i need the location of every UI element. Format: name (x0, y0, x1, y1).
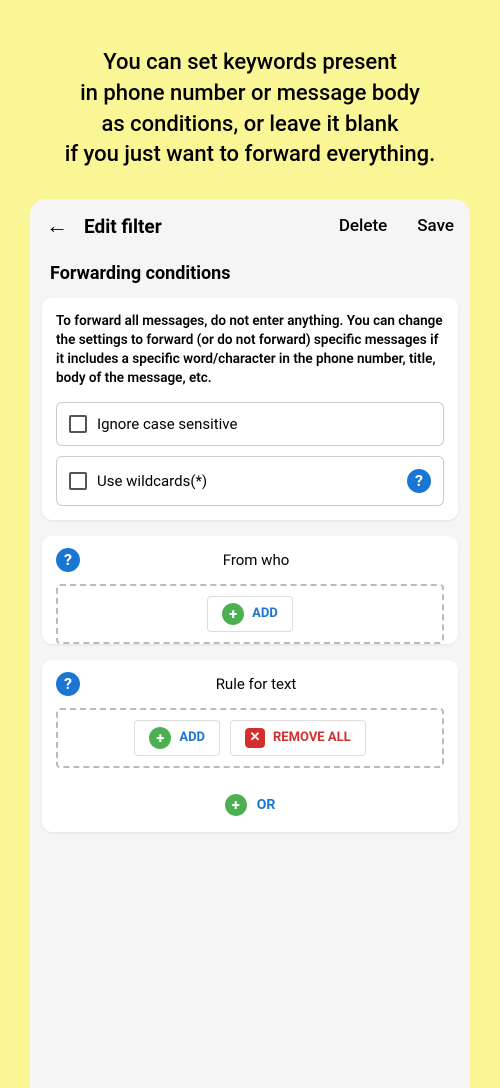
promo-line-4: if you just want to forward everything. (28, 140, 472, 171)
remove-icon: ✕ (245, 728, 265, 748)
phone-frame: ← Edit filter Delete Save Forwarding con… (30, 199, 470, 1088)
add-text-rule-button[interactable]: + ADD (134, 720, 220, 756)
ignore-case-checkbox[interactable] (69, 415, 87, 433)
help-icon[interactable]: ? (56, 672, 80, 696)
section-title: Forwarding conditions (30, 253, 470, 298)
plus-icon: + (222, 603, 244, 625)
plus-icon: + (225, 794, 247, 816)
promo-line-2: in phone number or message body (28, 79, 472, 110)
ignore-case-label: Ignore case sensitive (97, 415, 431, 433)
save-button[interactable]: Save (417, 216, 454, 236)
app-header: ← Edit filter Delete Save (30, 199, 470, 253)
rule-for-text-buttons-area: + ADD ✕ REMOVE ALL (56, 708, 444, 768)
or-button[interactable]: + OR (42, 782, 458, 832)
page-title: Edit filter (84, 215, 309, 238)
promo-line-3: as conditions, or leave it blank (28, 110, 472, 141)
from-who-header: ? From who (42, 536, 458, 584)
remove-all-button[interactable]: ✕ REMOVE ALL (230, 720, 366, 756)
add-label: ADD (252, 606, 278, 621)
ignore-case-row[interactable]: Ignore case sensitive (56, 402, 444, 446)
add-label: ADD (179, 730, 205, 745)
rule-for-text-card: ? Rule for text + ADD ✕ REMOVE ALL + OR (42, 660, 458, 832)
wildcards-row[interactable]: Use wildcards(*) ? (56, 456, 444, 506)
conditions-description: To forward all messages, do not enter an… (56, 312, 444, 388)
from-who-add-area: + ADD (56, 584, 444, 644)
remove-all-label: REMOVE ALL (273, 730, 351, 745)
or-label: OR (257, 797, 276, 813)
back-icon[interactable]: ← (46, 213, 68, 239)
from-who-card: ? From who + ADD (42, 536, 458, 644)
promo-text: You can set keywords present in phone nu… (0, 0, 500, 199)
from-who-title: From who (92, 551, 444, 569)
add-from-who-button[interactable]: + ADD (207, 596, 293, 632)
conditions-card: To forward all messages, do not enter an… (42, 298, 458, 520)
delete-button[interactable]: Delete (339, 216, 387, 236)
wildcards-checkbox[interactable] (69, 472, 87, 490)
plus-icon: + (149, 727, 171, 749)
wildcards-label: Use wildcards(*) (97, 472, 397, 490)
help-icon[interactable]: ? (56, 548, 80, 572)
rule-for-text-title: Rule for text (92, 675, 444, 693)
rule-for-text-header: ? Rule for text (42, 660, 458, 708)
help-icon[interactable]: ? (407, 469, 431, 493)
promo-line-1: You can set keywords present (28, 48, 472, 79)
